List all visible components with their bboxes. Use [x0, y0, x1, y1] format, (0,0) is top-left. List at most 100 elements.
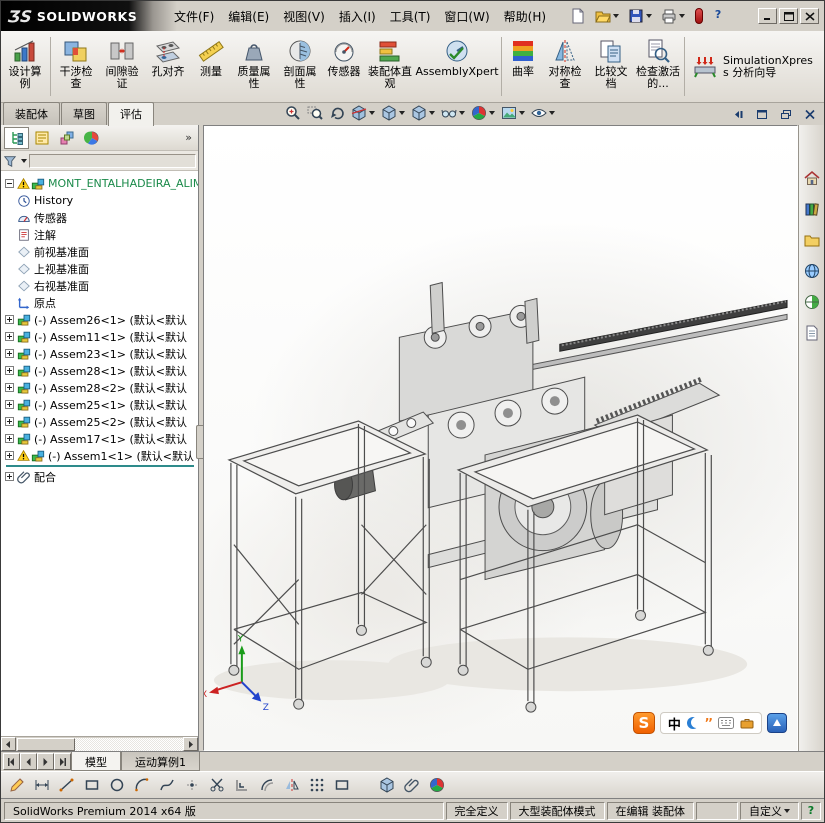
mirror-entities-button[interactable]	[281, 775, 302, 796]
tab-sketch[interactable]: 草图	[61, 102, 107, 125]
print-button[interactable]	[658, 5, 688, 27]
menu-help[interactable]: 帮助(H)	[497, 4, 553, 29]
ime-skin-icon[interactable]	[767, 713, 787, 733]
ribbon-button-mass-properties[interactable]: 质量属性	[231, 33, 277, 100]
ribbon-button-assembly-visualization[interactable]: 装配体直观	[365, 33, 415, 100]
view-settings-button[interactable]	[529, 103, 557, 123]
ribbon-button-sensors[interactable]: 传感器	[323, 33, 365, 100]
expand-expander[interactable]	[5, 315, 14, 324]
tree-item-component[interactable]: (-) Assem26<1> (默认<默认	[3, 311, 198, 328]
section-view-button[interactable]	[349, 103, 377, 123]
appearance-button[interactable]	[426, 775, 447, 796]
line-button[interactable]	[56, 775, 77, 796]
tab-scroll-first-button[interactable]	[3, 753, 20, 770]
doc-restore-button[interactable]	[752, 107, 772, 122]
sketch-button[interactable]	[6, 775, 27, 796]
ime-fullwidth-moon-icon[interactable]	[686, 717, 702, 729]
tree-root-assembly[interactable]: MONT_ENTALHADEIRA_ALIMENTA	[3, 175, 198, 192]
sogou-pinyin-icon[interactable]	[632, 712, 655, 734]
tree-item-component[interactable]: (-) Assem28<1> (默认<默认	[3, 362, 198, 379]
tab-assembly[interactable]: 装配体	[3, 102, 60, 125]
more-tabs-chevron-icon[interactable]	[182, 131, 195, 144]
ribbon-button-section-properties[interactable]: 剖面属性	[277, 33, 323, 100]
tree-item-component-warning[interactable]: (-) Assem1<1> (默认<默认	[3, 447, 198, 464]
property-manager-tab[interactable]	[29, 127, 54, 149]
tree-item-component[interactable]: (-) Assem17<1> (默认<默认	[3, 430, 198, 447]
ribbon-button-simulationxpress[interactable]: SimulationXpress 分析向导	[687, 33, 821, 100]
tree-item-component[interactable]: (-) Assem28<2> (默认<默认	[3, 379, 198, 396]
tree-item-component[interactable]: (-) Assem23<1> (默认<默认	[3, 345, 198, 362]
expand-expander[interactable]	[5, 434, 14, 443]
ribbon-button-design-study[interactable]: 设计算例	[2, 33, 48, 100]
spline-button[interactable]	[156, 775, 177, 796]
file-explorer-button[interactable]	[801, 229, 823, 251]
arc-button[interactable]	[131, 775, 152, 796]
expand-expander[interactable]	[5, 349, 14, 358]
tree-horizontal-scrollbar[interactable]	[1, 736, 198, 751]
zoom-fit-button[interactable]	[283, 103, 303, 123]
tree-item-annotations[interactable]: 注解	[3, 226, 198, 243]
ime-toolbox-icon[interactable]	[740, 717, 754, 729]
display-grid-button[interactable]	[331, 775, 352, 796]
menu-tools[interactable]: 工具(T)	[383, 4, 438, 29]
ime-keyboard-icon[interactable]	[718, 717, 734, 729]
tab-scroll-left-button[interactable]	[20, 753, 37, 770]
tab-motion-study[interactable]: 运动算例1	[121, 752, 200, 771]
scroll-left-button[interactable]	[1, 737, 16, 751]
doc-minimize-button[interactable]	[728, 107, 748, 122]
expand-expander[interactable]	[5, 472, 14, 481]
feature-tree-tab[interactable]	[4, 126, 29, 149]
resources-home-button[interactable]	[801, 167, 823, 189]
rollback-bar[interactable]	[6, 465, 194, 467]
offset-entities-button[interactable]	[256, 775, 277, 796]
new-document-button[interactable]	[567, 5, 589, 27]
tree-item-component[interactable]: (-) Assem11<1> (默认<默认	[3, 328, 198, 345]
doc-cascade-button[interactable]	[776, 107, 796, 122]
tab-evaluate[interactable]: 评估	[108, 102, 154, 126]
doc-close-button[interactable]	[800, 107, 820, 122]
insert-component-button[interactable]	[376, 775, 397, 796]
expand-expander[interactable]	[5, 332, 14, 341]
menu-view[interactable]: 视图(V)	[276, 4, 332, 29]
open-document-button[interactable]	[592, 5, 622, 27]
tree-item-front-plane[interactable]: 前视基准面	[3, 243, 198, 260]
appearances-button[interactable]	[801, 291, 823, 313]
tab-scroll-right-button[interactable]	[37, 753, 54, 770]
smart-dimension-button[interactable]	[31, 775, 52, 796]
ribbon-button-check-active-document[interactable]: 检查激活的...	[634, 33, 682, 100]
mate-button[interactable]	[401, 775, 422, 796]
pattern-button[interactable]	[306, 775, 327, 796]
expand-expander[interactable]	[5, 383, 14, 392]
scroll-right-button[interactable]	[183, 737, 198, 751]
menu-file[interactable]: 文件(F)	[167, 4, 221, 29]
view-orientation-button[interactable]	[379, 103, 407, 123]
chevron-down-icon[interactable]	[21, 158, 27, 163]
graphics-area[interactable]: Y X Z 中	[203, 125, 798, 751]
maximize-button[interactable]	[779, 8, 798, 24]
ribbon-button-clearance-verify[interactable]: 间隙验证	[99, 33, 145, 100]
help-icon[interactable]	[710, 8, 726, 24]
close-button[interactable]	[800, 8, 819, 24]
status-customize-menu[interactable]: 自定义	[740, 801, 799, 820]
tree-item-right-plane[interactable]: 右视基准面	[3, 277, 198, 294]
filter-funnel-icon[interactable]	[3, 154, 17, 168]
design-library-button[interactable]	[801, 198, 823, 220]
ribbon-button-symmetry-check[interactable]: 对称检查	[542, 33, 588, 100]
circle-button[interactable]	[106, 775, 127, 796]
convert-entities-button[interactable]	[231, 775, 252, 796]
custom-properties-button[interactable]	[801, 322, 823, 344]
ime-language-indicator[interactable]: 中	[668, 714, 681, 733]
filter-input[interactable]	[29, 153, 196, 168]
hide-show-items-button[interactable]	[439, 103, 467, 123]
edit-appearance-button[interactable]	[469, 103, 497, 123]
tree-item-origin[interactable]: 原点	[3, 294, 198, 311]
apply-scene-button[interactable]	[499, 103, 527, 123]
tree-item-mates[interactable]: 配合	[3, 468, 198, 485]
tree-item-top-plane[interactable]: 上视基准面	[3, 260, 198, 277]
expand-expander[interactable]	[5, 366, 14, 375]
ime-punctuation-icon[interactable]	[705, 716, 712, 730]
menu-window[interactable]: 窗口(W)	[437, 4, 496, 29]
tab-model[interactable]: 模型	[71, 752, 121, 771]
expand-expander[interactable]	[5, 417, 14, 426]
menu-insert[interactable]: 插入(I)	[332, 4, 383, 29]
